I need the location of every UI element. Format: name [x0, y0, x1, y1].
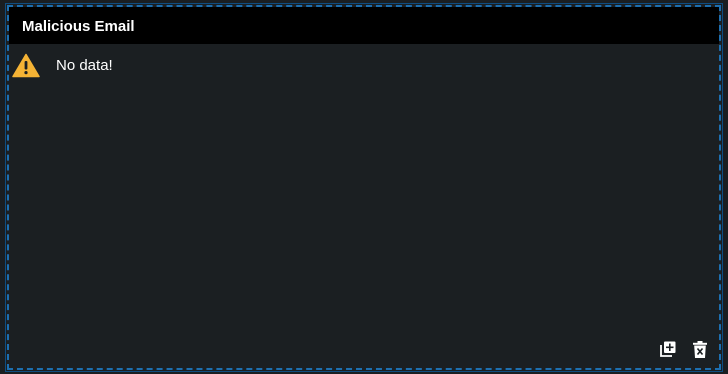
widget-actions	[659, 340, 709, 358]
add-copy-icon	[660, 341, 676, 357]
warning-icon	[12, 53, 40, 78]
delete-widget-button[interactable]	[691, 340, 709, 358]
malicious-email-widget: Malicious Email No data!	[5, 3, 723, 372]
duplicate-widget-button[interactable]	[659, 340, 677, 358]
widget-title: Malicious Email	[22, 17, 135, 35]
widget-header: Malicious Email	[9, 7, 719, 44]
empty-state: No data!	[12, 53, 113, 78]
empty-message: No data!	[56, 57, 113, 74]
delete-trash-icon	[693, 340, 707, 358]
